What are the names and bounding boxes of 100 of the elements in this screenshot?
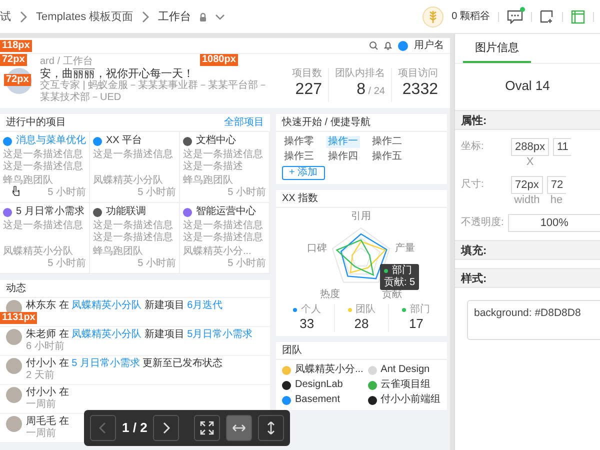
screen-icon[interactable] xyxy=(540,10,554,24)
team-name[interactable]: Ant Design xyxy=(380,364,430,376)
chat-icon[interactable] xyxy=(507,10,523,24)
project-name[interactable]: 智能运营中心 xyxy=(196,206,256,218)
quick-nav-link[interactable]: 操作二 xyxy=(370,136,404,148)
measure-tag: 72px xyxy=(4,74,31,86)
activity-text: 付小小 在 xyxy=(26,387,69,399)
caret-down-icon[interactable] xyxy=(215,12,226,20)
legend-label: 部门 xyxy=(410,304,430,316)
page-breadcrumb: ard / 工作台 xyxy=(40,56,93,67)
radar-series-line xyxy=(350,240,386,274)
view-mode-button[interactable] xyxy=(258,415,284,441)
team-name: 蜂鸟跑团队 xyxy=(183,175,234,187)
project-description: 这是一条描述信息这是一条描述 xyxy=(183,149,264,173)
section-header: 样式: xyxy=(455,268,600,288)
layer-name: Oval 14 xyxy=(504,77,551,95)
property-label: 尺寸: xyxy=(461,178,485,192)
value-field[interactable]: 100% xyxy=(508,214,600,232)
quick-nav-link[interactable]: 操作五 xyxy=(370,151,404,163)
lock-icon xyxy=(199,12,208,22)
axis-label: 引用 xyxy=(351,211,371,222)
field-caption: X xyxy=(525,156,535,168)
team-name[interactable]: Basement xyxy=(295,394,340,406)
card-title: 进行中的项目 xyxy=(6,117,66,128)
bell-icon[interactable] xyxy=(384,41,392,50)
project-description: 这是一条描述信息这是一条描述信息 xyxy=(93,220,174,244)
project-time: 5 小时前 xyxy=(228,187,266,198)
next-button[interactable] xyxy=(153,415,180,441)
legend-value: 17 xyxy=(408,316,424,332)
stat-label: 项目访问 xyxy=(398,68,438,80)
activity-text: 朱老师 在 凤蝶精英小分队 新建项目 5月日常小需求 xyxy=(26,329,253,340)
project-name[interactable]: 文档中心 xyxy=(196,135,236,147)
chevron-right-icon xyxy=(19,10,28,22)
style-field[interactable]: background: #D8D8D8 xyxy=(467,300,600,340)
breadcrumb-link[interactable]: 工作台 xyxy=(158,10,192,22)
breadcrumb-link[interactable]: 试 xyxy=(0,10,11,22)
layout-icon[interactable] xyxy=(571,10,585,24)
activity-text: 林东东 在 凤蝶精英小分队 新建项目 6月迭代 xyxy=(26,300,223,312)
project-time: 5 小时前 xyxy=(48,258,86,269)
project-description: 这是一条描述信息 xyxy=(3,220,84,233)
legend-value: 33 xyxy=(298,316,316,332)
team-name[interactable]: DesignLab xyxy=(295,379,343,391)
value-field[interactable]: 72 xyxy=(546,176,566,194)
field-caption: he xyxy=(549,194,564,206)
axis-label: 口碑 xyxy=(306,242,327,254)
card-title: 动态 xyxy=(6,283,26,294)
project-description: 这是一条描述信息这是一条描述信息 xyxy=(3,149,84,173)
project-name[interactable]: 5 月日常小需求 xyxy=(16,206,84,218)
legend-label: 个人 xyxy=(300,304,321,316)
activity-time: 6 小时前 xyxy=(26,341,66,353)
unread-dot xyxy=(520,6,525,12)
profile-subtitle: 交互专家 | 蚂蚁金服－某某某事业群－某某平台部－某某技术部－UED xyxy=(40,80,270,104)
activity-time: 一周前 xyxy=(26,399,57,411)
value-field[interactable]: 72px xyxy=(511,176,543,194)
quick-nav-link[interactable]: 操作零 xyxy=(282,136,316,148)
measure-tag: 1080px xyxy=(200,54,238,66)
grain-count: 0 颗稻谷 xyxy=(452,10,490,22)
measure-tag: 72px xyxy=(0,54,27,66)
property-label: 坐标: xyxy=(461,140,485,154)
team-name[interactable]: 云雀项目组 xyxy=(380,379,431,391)
inspector-tab[interactable]: 图片信息 xyxy=(463,34,531,63)
activity-time: 2 天前 xyxy=(26,370,56,382)
quick-nav-link[interactable]: 操作四 xyxy=(326,151,360,163)
stat-label: 项目数 xyxy=(292,68,322,80)
user-name[interactable]: 用户名 xyxy=(414,40,444,52)
view-mode-button[interactable] xyxy=(226,415,252,441)
project-time: 5 小时前 xyxy=(48,187,86,198)
breadcrumb-link[interactable]: Templates 模板页面 xyxy=(36,10,134,22)
value-field[interactable]: 11 xyxy=(552,138,572,156)
view-mode-button[interactable] xyxy=(194,415,220,441)
stat-value: 227 xyxy=(294,80,322,100)
avatar-icon xyxy=(6,329,22,345)
team-name[interactable]: 付小小前端组 xyxy=(380,394,441,406)
project-name[interactable]: 功能联调 xyxy=(106,206,146,218)
project-description: 这是一条描述信息这是一条描述信息 xyxy=(183,220,264,244)
axis-label: 产量 xyxy=(395,242,416,254)
section-header: 属性: xyxy=(455,110,600,130)
team-name: 凤蝶精英小分队 xyxy=(93,175,164,186)
value-field[interactable]: 288px xyxy=(511,138,549,156)
activity-text: 周毛毛 在 xyxy=(26,416,69,428)
section-header: 填充: xyxy=(455,240,600,260)
field-caption: width xyxy=(513,194,541,206)
team-name[interactable]: 凤蝶精英小分... xyxy=(295,364,364,376)
chevron-left-icon xyxy=(99,422,107,434)
search-icon[interactable] xyxy=(369,41,378,50)
legend-label: 团队 xyxy=(356,304,376,316)
activity-time: 一周前 xyxy=(26,428,57,440)
project-name[interactable]: XX 平台 xyxy=(106,135,142,147)
expand-icon xyxy=(200,421,214,435)
axis-label: 贡献 xyxy=(382,289,402,300)
tooltip-series: 部门 xyxy=(392,265,412,276)
radar-series-line xyxy=(336,239,374,276)
project-time: 5 小时前 xyxy=(138,187,176,198)
property-label: 不透明度: xyxy=(461,216,504,230)
quick-nav-link[interactable]: 操作三 xyxy=(282,151,316,163)
tooltip-value: 贡献: 5 xyxy=(384,277,416,288)
hand-cursor-icon xyxy=(12,186,20,196)
axis-label: 热度 xyxy=(320,289,340,300)
greeting-text: 安，曲丽丽，祝你开心每一天！ xyxy=(40,68,195,80)
page-indicator: 1 / 2 xyxy=(122,422,148,434)
